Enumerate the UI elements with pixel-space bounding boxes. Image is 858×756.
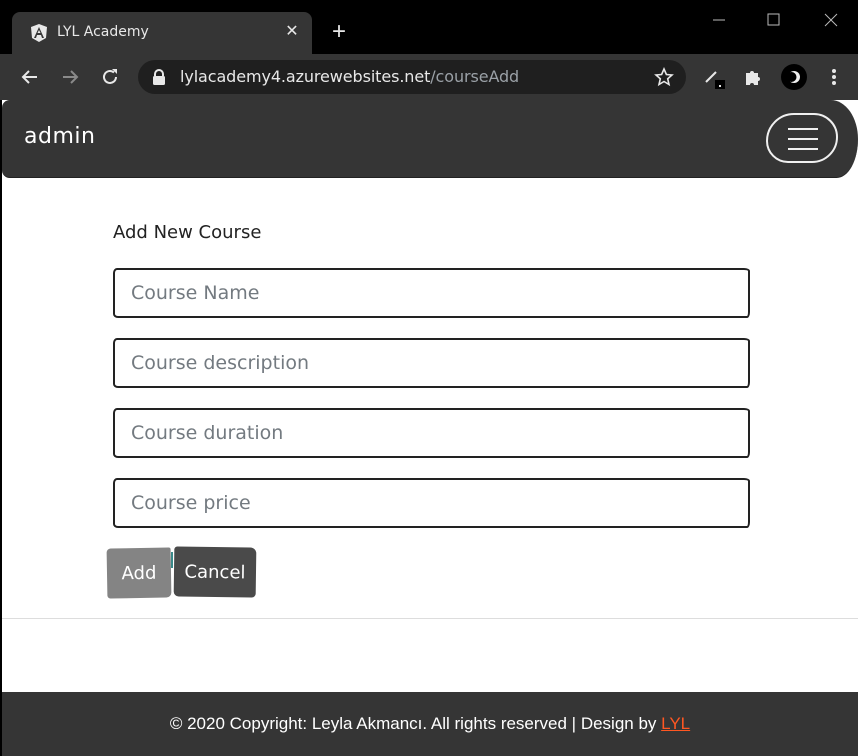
course-description-field [113, 338, 750, 388]
close-icon[interactable]: ✕ [282, 22, 302, 42]
add-button[interactable]: Add [106, 547, 172, 599]
browser-tabbar: LYL Academy ✕ + [0, 0, 858, 54]
maximize-icon[interactable] [760, 8, 786, 32]
lock-icon[interactable] [152, 69, 166, 85]
hamburger-icon[interactable] [766, 113, 838, 163]
divider [2, 618, 858, 619]
plus-icon[interactable]: + [326, 20, 352, 46]
address-bar[interactable]: lylacademy4.azurewebsites.net/courseAdd [138, 60, 686, 94]
button-separator [171, 552, 173, 568]
copyright-text: © 2020 Copyright: Leyla Akmancı. All rig… [169, 714, 662, 733]
footer-text: © 2020 Copyright: Leyla Akmancı. All rig… [2, 714, 858, 734]
site-footer: © 2020 Copyright: Leyla Akmancı. All rig… [2, 692, 858, 756]
footer-design-link[interactable]: LYL [661, 714, 690, 733]
navbar-brand[interactable]: admin [24, 124, 95, 149]
star-icon[interactable] [654, 67, 674, 87]
reload-icon[interactable] [98, 65, 122, 89]
course-name-input[interactable] [117, 272, 742, 314]
cancel-button[interactable]: Cancel [173, 546, 257, 598]
pen-icon[interactable] [702, 65, 726, 89]
url-text[interactable]: lylacademy4.azurewebsites.net/courseAdd [180, 67, 519, 86]
course-name-field [113, 268, 750, 318]
form-title: Add New Course [113, 222, 262, 243]
site-navbar: admin [2, 100, 858, 178]
browser-toolbar: lylacademy4.azurewebsites.net/courseAdd [0, 54, 858, 100]
browser-tab[interactable]: LYL Academy ✕ [12, 12, 312, 54]
puzzle-icon[interactable] [742, 65, 766, 89]
course-duration-field [113, 408, 750, 458]
course-price-input[interactable] [117, 482, 742, 524]
page-content: admin Add New Course Add Cancel © 2020 C… [2, 100, 858, 756]
back-icon[interactable] [18, 65, 42, 89]
course-duration-input[interactable] [117, 412, 742, 454]
forward-icon[interactable] [58, 65, 82, 89]
close-window-icon[interactable] [818, 8, 844, 32]
angular-icon [31, 24, 47, 42]
tab-title: LYL Academy [57, 24, 149, 40]
menu-icon[interactable] [822, 65, 846, 89]
course-description-input[interactable] [117, 342, 742, 384]
minimize-icon[interactable] [706, 8, 732, 32]
course-price-field [113, 478, 750, 528]
profile-icon[interactable] [780, 63, 808, 91]
